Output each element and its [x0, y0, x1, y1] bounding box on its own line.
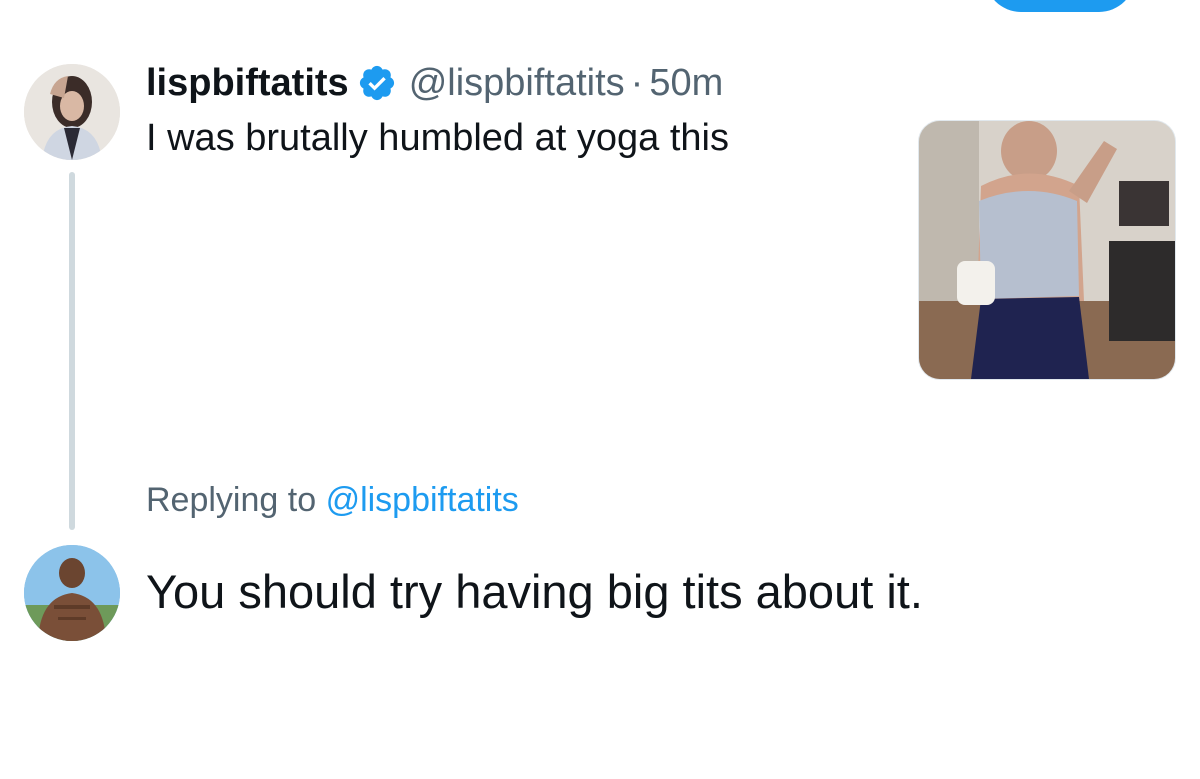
tweet-media-thumbnail[interactable] — [918, 120, 1176, 380]
replying-label: Replying to — [146, 481, 317, 519]
verified-badge-icon — [357, 63, 397, 103]
media-photo — [919, 121, 1175, 379]
avatar[interactable] — [24, 545, 120, 641]
reply-text: You should try having big tits about it. — [146, 565, 923, 618]
separator-dot: · — [630, 61, 644, 104]
thread-connector-line — [69, 172, 75, 530]
tweet-text: I was brutally humbled at yoga this — [146, 117, 729, 159]
avatar-photo — [24, 64, 120, 160]
tweet-header: lispbiftatits @lispbiftatits · 50m — [146, 58, 723, 108]
handle[interactable]: @lispbiftatits — [409, 62, 625, 105]
replying-handle-link[interactable]: @lispbiftatits — [326, 481, 519, 519]
display-name[interactable]: lispbiftatits — [146, 62, 349, 105]
timestamp[interactable]: 50m — [649, 62, 723, 105]
avatar[interactable] — [24, 64, 120, 160]
avatar-photo — [24, 545, 120, 641]
replying-to-line: Replying to @lispbiftatits — [146, 476, 519, 524]
tweet-thread-view: lispbiftatits @lispbiftatits · 50m I was… — [0, 0, 1200, 779]
top-action-button[interactable] — [985, 0, 1135, 12]
